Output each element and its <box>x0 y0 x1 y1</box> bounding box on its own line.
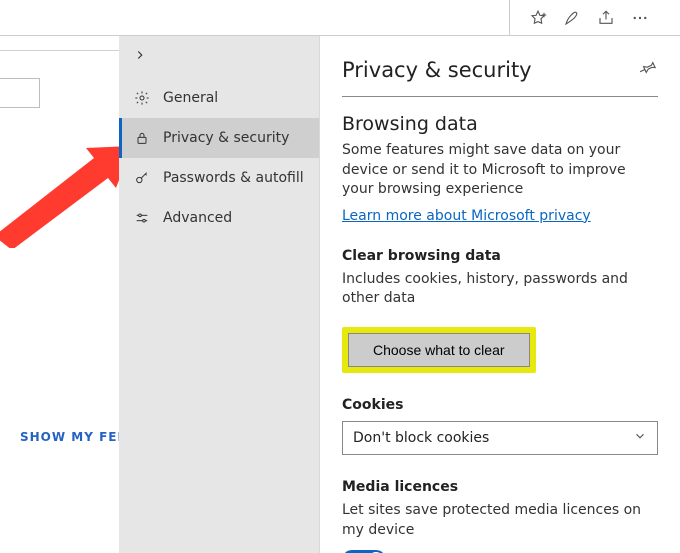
pane-header: Privacy & security <box>342 58 658 82</box>
nav-item-advanced[interactable]: Advanced <box>119 198 319 238</box>
browsing-data-heading: Browsing data <box>342 113 658 135</box>
clear-browsing-data-heading: Clear browsing data <box>342 248 658 264</box>
nav-item-passwords-autofill[interactable]: Passwords & autofill <box>119 158 319 198</box>
nav-item-label: General <box>163 90 218 106</box>
chevron-right-icon <box>133 48 147 66</box>
address-bar-input[interactable] <box>0 0 503 35</box>
nav-item-general[interactable]: General <box>119 78 319 118</box>
top-toolbar <box>0 0 680 36</box>
nav-back-button[interactable] <box>119 36 319 78</box>
page-divider-line <box>0 50 119 51</box>
settings-content-pane: Privacy & security Browsing data Some fe… <box>320 36 680 553</box>
pin-icon[interactable] <box>640 58 658 76</box>
toolbar-actions <box>510 0 680 35</box>
chevron-down-icon <box>633 429 647 447</box>
annotation-yellow-highlight: Choose what to clear <box>342 327 536 373</box>
browsing-data-description: Some features might save data on your de… <box>342 141 658 200</box>
page-title: Privacy & security <box>342 58 532 82</box>
gear-icon <box>133 90 151 106</box>
cookies-heading: Cookies <box>342 397 658 413</box>
clear-browsing-data-description: Includes cookies, history, passwords and… <box>342 270 658 309</box>
key-icon <box>133 170 151 186</box>
search-box-fragment <box>0 78 40 108</box>
nav-item-label: Privacy & security <box>163 130 289 146</box>
choose-what-to-clear-button[interactable]: Choose what to clear <box>348 333 530 367</box>
learn-more-privacy-link[interactable]: Learn more about Microsoft privacy <box>342 208 591 224</box>
page-background-left <box>0 36 119 553</box>
media-licences-description: Let sites save protected media licences … <box>342 501 658 540</box>
cookies-select-value: Don't block cookies <box>353 430 489 446</box>
media-licences-heading: Media licences <box>342 479 658 495</box>
header-divider <box>342 96 658 97</box>
lock-icon <box>133 130 151 146</box>
nav-item-label: Passwords & autofill <box>163 170 304 186</box>
share-icon[interactable] <box>596 8 616 28</box>
more-dots-icon[interactable] <box>630 8 650 28</box>
web-note-pen-icon[interactable] <box>562 8 582 28</box>
nav-item-label: Advanced <box>163 210 232 226</box>
sliders-icon <box>133 210 151 226</box>
address-bar-container <box>0 0 510 35</box>
favorites-star-icon[interactable] <box>528 8 548 28</box>
nav-item-privacy-security[interactable]: Privacy & security <box>119 118 319 158</box>
cookies-select[interactable]: Don't block cookies <box>342 421 658 455</box>
settings-sidebar: General Privacy & security Passwords & a… <box>119 36 320 553</box>
